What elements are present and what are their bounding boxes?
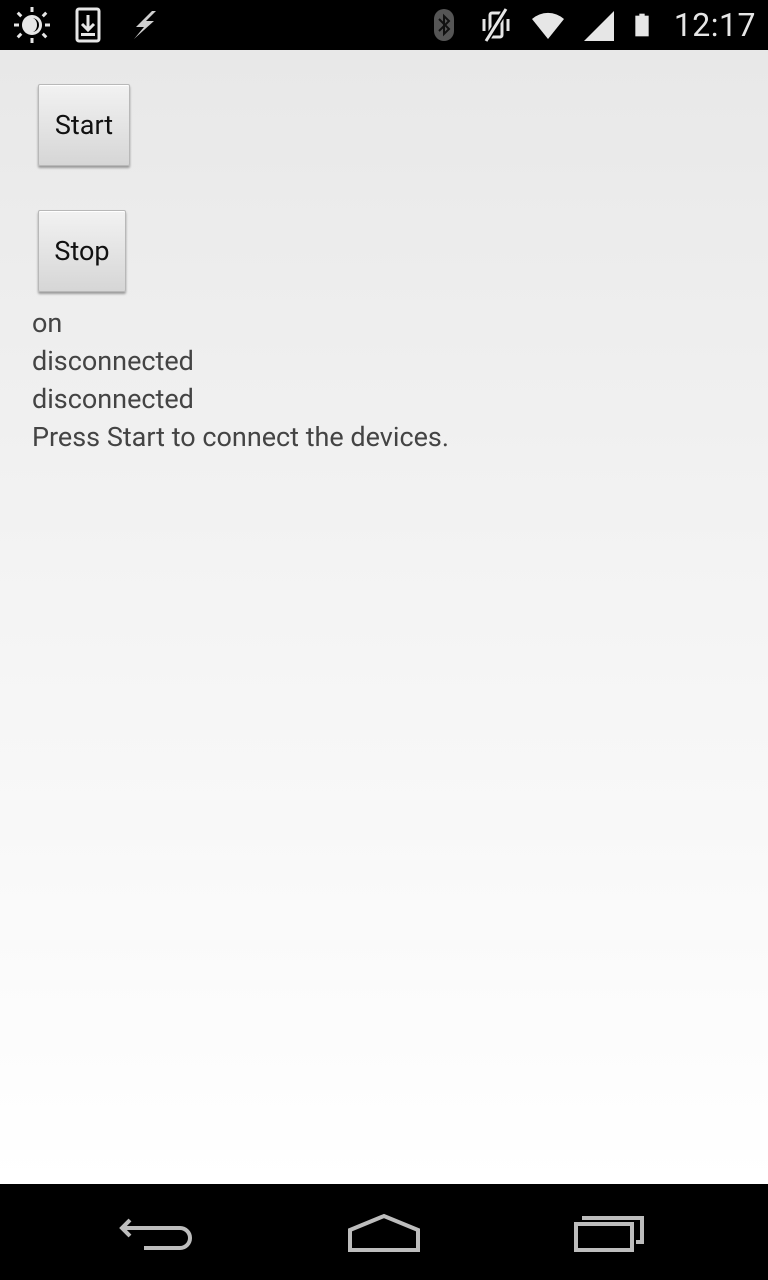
back-icon[interactable] (116, 1208, 206, 1256)
flash-icon (134, 11, 156, 39)
signal-icon (583, 11, 614, 41)
navigation-bar (0, 1184, 768, 1280)
vibrate-mute-icon (482, 7, 510, 43)
notification-icons (14, 6, 162, 44)
power-status-text: on (32, 307, 63, 339)
start-button[interactable]: Start (38, 84, 130, 166)
app-content: Start Stop on disconnected disconnected … (0, 50, 768, 1184)
clock: 12:17 (673, 6, 756, 44)
recent-apps-icon[interactable] (566, 1208, 656, 1256)
device2-status-text: disconnected (32, 383, 194, 415)
brightness-icon (14, 7, 50, 43)
wifi-icon (531, 12, 564, 39)
status-bar: 12:17 (0, 0, 768, 50)
status-text-block: on disconnected disconnected Press Start… (32, 304, 449, 456)
bluetooth-icon (433, 9, 454, 41)
download-icon (75, 7, 101, 43)
home-icon[interactable] (340, 1208, 430, 1256)
battery-icon (635, 13, 649, 37)
system-icons: 12:17 (426, 0, 756, 50)
stop-button[interactable]: Stop (38, 210, 126, 292)
instruction-text: Press Start to connect the devices. (32, 421, 449, 453)
device1-status-text: disconnected (32, 345, 194, 377)
